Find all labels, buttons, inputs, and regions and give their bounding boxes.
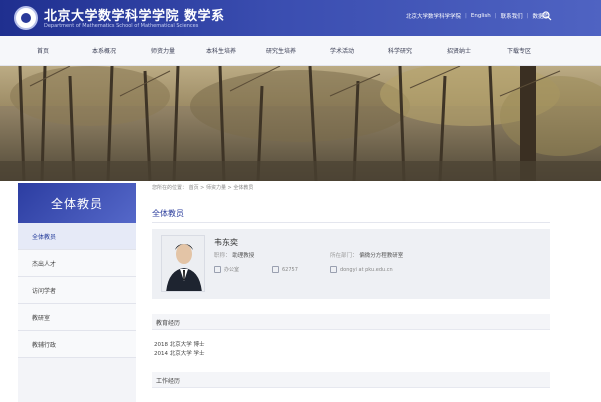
separator: | — [465, 13, 467, 19]
phone-value: 62757 — [282, 266, 298, 273]
work-section-header: 工作经历 — [152, 372, 550, 388]
breadcrumb[interactable]: 您所在的位置： 首页 > 师资力量 > 全体教员 — [152, 184, 253, 191]
divider — [152, 222, 550, 223]
sidebar-title: 全体教员 — [18, 183, 136, 223]
site-header: 北京大学数学科学学院 数学系 Department of Mathematics… — [0, 0, 601, 36]
nav-graduate[interactable]: 研究生培养 — [266, 46, 296, 55]
nav-recruit[interactable]: 招贤纳士 — [447, 46, 471, 55]
top-link-school[interactable]: 北京大学数学科学学院 — [406, 12, 461, 20]
banner-image — [0, 66, 601, 181]
education-item: 2014 北京大学 学士 — [154, 351, 205, 357]
site-title[interactable]: 北京大学数学科学学院 数学系 — [44, 5, 225, 24]
sidebar-item-all-faculty[interactable]: 全体教员 — [18, 223, 136, 250]
email-value[interactable]: dongyi at pku.edu.cn — [340, 267, 393, 273]
sidebar-item-admin[interactable]: 教辅行政 — [18, 331, 136, 358]
nav-faculty[interactable]: 师资力量 — [151, 46, 175, 55]
dept-label: 所在部门： — [330, 253, 358, 259]
title-label: 职称： — [214, 253, 231, 259]
sidebar-item-visiting[interactable]: 访问学者 — [18, 277, 136, 304]
top-link-contact[interactable]: 联系我们 — [501, 12, 523, 20]
education-heading: 教育经历 — [156, 320, 181, 327]
education-item: 2018 北京大学 博士 — [154, 342, 205, 348]
email-info: dongyi at pku.edu.cn — [330, 266, 393, 273]
nav-undergrad[interactable]: 本科生培养 — [206, 46, 236, 55]
profile-title-row: 职称： 助理教授 — [214, 251, 254, 259]
work-heading: 工作经历 — [156, 378, 181, 385]
profile-dept-row: 所在部门： 偏微分方程教研室 — [330, 251, 403, 259]
page-title: 全体教员 — [152, 209, 184, 218]
site-subtitle: Department of Mathematics School of Math… — [44, 23, 199, 29]
phone-icon — [272, 266, 279, 273]
nav-home[interactable]: 首页 — [37, 46, 49, 55]
sidebar: 全体教员 全体教员 杰出人才 访问学者 教研室 教辅行政 — [18, 183, 136, 402]
education-section-header: 教育经历 — [152, 314, 550, 330]
profile-name: 韦东奕 — [214, 238, 238, 247]
office-icon — [214, 266, 221, 273]
nav-academic[interactable]: 学术活动 — [330, 46, 354, 55]
separator: | — [494, 13, 497, 19]
university-logo[interactable] — [14, 6, 38, 30]
banner-trees — [0, 66, 601, 181]
profile-photo — [161, 235, 205, 292]
nav-overview[interactable]: 本系概况 — [92, 46, 116, 55]
phone-info: 62757 — [272, 266, 298, 273]
top-links: 北京大学数学科学学院 | English | 联系我们 | 数据库 — [406, 12, 549, 20]
search-icon[interactable] — [542, 11, 552, 21]
office-value: 办公室 — [224, 267, 240, 273]
dept-value: 偏微分方程教研室 — [359, 253, 404, 259]
separator: | — [526, 13, 529, 19]
nav-download[interactable]: 下载专区 — [507, 46, 531, 55]
office-info: 办公室 — [214, 266, 239, 273]
email-icon — [330, 266, 337, 273]
profile-card: 韦东奕 职称： 助理教授 所在部门： 偏微分方程教研室 办公室 62757 do… — [152, 229, 550, 299]
title-value: 助理教授 — [232, 253, 255, 259]
person-figure — [162, 236, 204, 291]
main-nav: 首页 本系概况 师资力量 本科生培养 研究生培养 学术活动 科学研究 招贤纳士 … — [0, 36, 601, 66]
sidebar-item-distinguished[interactable]: 杰出人才 — [18, 250, 136, 277]
nav-research[interactable]: 科学研究 — [388, 46, 412, 55]
sidebar-item-teaching-groups[interactable]: 教研室 — [18, 304, 136, 331]
top-link-english[interactable]: English — [471, 13, 491, 19]
